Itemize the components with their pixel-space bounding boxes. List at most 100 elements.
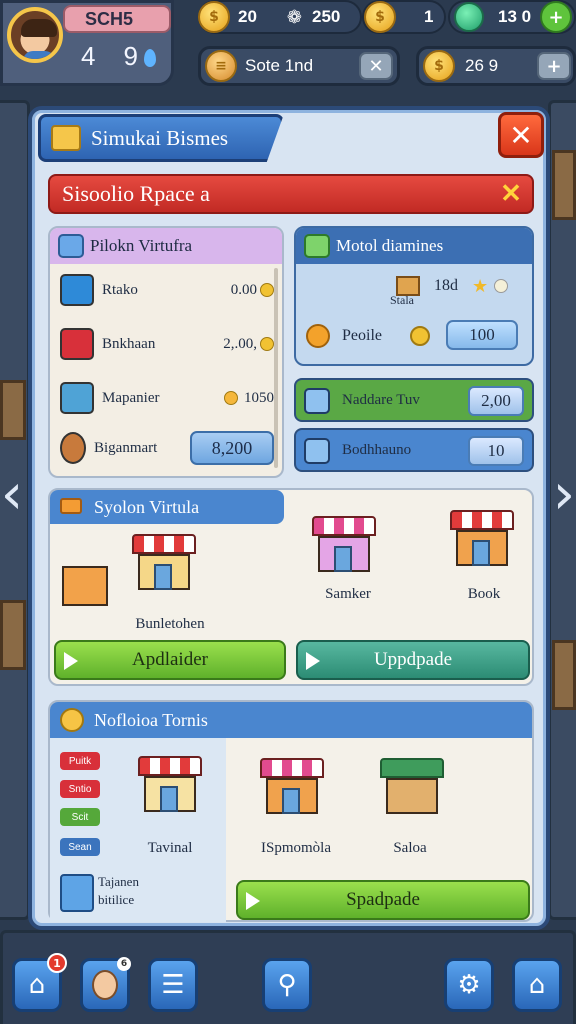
house-body — [62, 566, 108, 606]
shop-door — [472, 540, 490, 566]
play-icon — [306, 652, 320, 670]
resource-pill-2[interactable]: $ 26 9 + — [416, 46, 576, 86]
play-icon — [246, 892, 260, 910]
motel-row-2: Peoile 100 — [306, 318, 526, 354]
town-2-label: ISpmomòla — [261, 840, 331, 856]
side-label-2: bitilice — [98, 892, 135, 907]
towns-action-button[interactable]: Spadpade — [236, 880, 530, 920]
coin-icon — [410, 326, 430, 346]
shop-icon-1[interactable] — [132, 534, 196, 590]
list-item[interactable]: Rtako 0.00 — [60, 270, 274, 310]
small-house-icon[interactable] — [62, 560, 110, 608]
virtual-items-header: Pilokn Virtufra — [50, 228, 282, 264]
item-icon — [60, 328, 94, 360]
panel-title: Simukai Bismes — [91, 125, 229, 150]
awning — [138, 756, 202, 776]
resource-pill-1-button[interactable]: ✕ — [359, 52, 393, 80]
list-item[interactable]: Biganmart 8,200 — [60, 428, 274, 468]
banner-text: Sisoolio Rpace a — [62, 181, 210, 206]
town-shop-3[interactable] — [380, 758, 444, 814]
add-currency-button[interactable]: + — [540, 1, 572, 33]
filter-chip[interactable]: Sntio — [60, 780, 100, 798]
upgrade-left-button[interactable]: Apdlaider — [54, 640, 286, 680]
item-icon — [60, 274, 94, 306]
shop-icon-3[interactable] — [450, 510, 514, 566]
player-name: SCH5 — [63, 5, 171, 33]
bag-icon — [304, 438, 330, 464]
banner-close-button[interactable]: ✕ — [496, 180, 526, 210]
coin-icon — [260, 337, 274, 351]
town-shop-1[interactable] — [138, 756, 202, 812]
stat-bar-1-label: Naddare Tuv — [342, 391, 420, 408]
filter-chip[interactable]: Sean — [60, 838, 100, 856]
coin-icon — [260, 283, 274, 297]
stat-bar-2[interactable]: Bodhhauno 10 — [294, 428, 534, 472]
currency-bar-2: $ 1 — [362, 0, 446, 34]
scrollbar[interactable] — [274, 268, 278, 468]
currency3-value: 1 — [424, 7, 434, 26]
nav-settings-button[interactable]: ⚙ — [444, 958, 494, 1012]
cabinet-icon — [60, 874, 94, 912]
nav-house-button[interactable]: ⌂ — [512, 958, 562, 1012]
towns-title: Nofloioa Tornis — [94, 710, 208, 730]
shop-door — [160, 786, 178, 812]
briefcase-icon — [51, 125, 81, 151]
filter-chip[interactable]: Scit — [60, 808, 100, 826]
nav-home-button[interactable]: ⌂ 1 — [12, 953, 67, 1012]
virtual-items-title: Pilokn Virtufra — [90, 236, 193, 255]
house-icon: ⌂ — [528, 970, 546, 1000]
motel-row-2-label: Peoile — [342, 327, 382, 344]
play-icon — [64, 652, 78, 670]
avatar[interactable] — [7, 7, 63, 63]
panel-title-bar: Simukai Bismes — [38, 114, 284, 162]
town-shop-2[interactable] — [260, 758, 324, 814]
close-button[interactable]: ✕ — [498, 112, 544, 158]
filter-chip[interactable]: Puitk — [60, 752, 100, 770]
store-tab-title: Syolon Virtula — [94, 497, 200, 517]
resource-pill-2-label: 26 9 — [465, 56, 499, 75]
notification-badge: 1 — [47, 953, 67, 973]
nav-list-button[interactable]: ☰ — [148, 958, 198, 1012]
item-price: 1050 — [244, 389, 274, 406]
list-item[interactable]: Mapanier 1050 — [60, 378, 274, 418]
resource-pill-1-label: Sote 1nd — [245, 56, 314, 75]
red-banner: Sisoolio Rpace a ✕ — [48, 174, 534, 214]
left-arrow-button[interactable]: ‹ — [0, 450, 24, 540]
item-name: Mapanier — [102, 389, 160, 406]
coin-icon-2: $ — [364, 1, 396, 33]
right-arrow-button[interactable]: › — [552, 450, 576, 540]
awning — [450, 510, 514, 530]
awning — [132, 534, 196, 554]
motel-value-button[interactable]: 100 — [446, 320, 518, 350]
stat-bar-1-value: 2,00 — [468, 386, 524, 416]
motel-row-1-sub: Stala — [306, 290, 526, 310]
side-label-1: Tajanen — [98, 874, 139, 889]
list-item[interactable]: Bnkhaan 2,.00, — [60, 324, 274, 364]
fruit-icon — [306, 324, 330, 348]
nav-character-button[interactable]: 6 — [80, 957, 131, 1012]
resource-pill-1[interactable]: ≡ Sote 1nd ✕ — [198, 46, 400, 86]
shop-icon-2[interactable] — [312, 516, 376, 572]
business-panel: Simukai Bismes ✕ Sisoolio Rpace a ✕ Pilo… — [28, 106, 550, 930]
tag-icon — [58, 234, 84, 258]
buy-price-button[interactable]: 8,200 — [190, 431, 274, 465]
currency4-value: 13 0 — [498, 7, 532, 26]
stat-bar-2-value: 10 — [468, 436, 524, 466]
nav-search-button[interactable]: ⚲ — [262, 958, 312, 1012]
upgrade-right-button[interactable]: Uppdpade — [296, 640, 530, 680]
towns-action-label: Spadpade — [346, 889, 420, 910]
player-stats: 49 — [81, 41, 156, 72]
shop-door — [154, 564, 172, 590]
player-profile[interactable]: SCH5 49 — [0, 0, 174, 86]
shop-2-label: Samker — [325, 586, 371, 602]
upgrade-right-label: Uppdpade — [373, 649, 453, 670]
towns-header: Nofloioa Tornis — [50, 702, 532, 738]
currency-bar-1: $ 20 ❁ 250 — [198, 0, 362, 34]
item-name: Biganmart — [94, 439, 158, 456]
resource-pill-2-button[interactable]: + — [537, 52, 571, 80]
list-icon: ☰ — [161, 970, 185, 1000]
shop-1-label: Bunletohen — [135, 616, 205, 632]
stat-bar-1[interactable]: Naddare Tuv 2,00 — [294, 378, 534, 422]
stat-bar-2-label: Bodhhauno — [342, 441, 412, 458]
shop-door — [282, 788, 300, 814]
